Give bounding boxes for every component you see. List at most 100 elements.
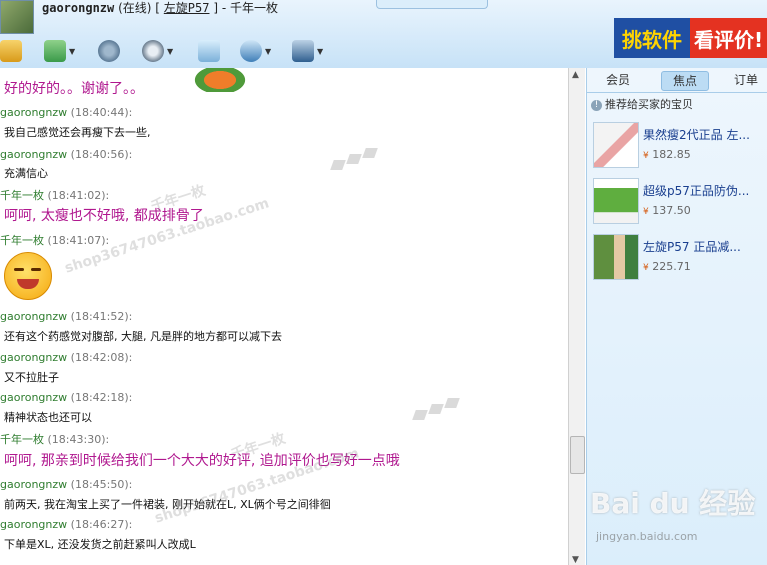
message-text: 精神状态也还可以: [4, 411, 92, 424]
sender-name: gaorongnzw: [0, 518, 68, 531]
sender-name: gaorongnzw: [0, 310, 68, 323]
voice-button[interactable]: [98, 38, 120, 64]
message-time: (18:42:18):: [70, 391, 133, 404]
exit-icon: [0, 40, 22, 62]
shop-link[interactable]: 左旋P57: [164, 1, 210, 15]
scroll-down-icon[interactable]: ▼: [572, 555, 579, 565]
message-header: 千年一枚 (18:41:07):: [0, 232, 109, 248]
price-value: 182.85: [652, 148, 691, 161]
baidu-url-watermark: jingyan.baidu.com: [596, 530, 698, 543]
sender-name: 千年一枚: [0, 189, 44, 202]
message-button[interactable]: [198, 38, 220, 64]
transfer-file-button[interactable]: ▼: [44, 38, 75, 64]
message-time: (18:42:08):: [70, 351, 133, 364]
bracket-open: [: [155, 1, 160, 15]
message-time: (18:45:50):: [70, 478, 133, 491]
sticker-image: [188, 68, 252, 92]
message-text: 又不拉肚子: [4, 371, 59, 384]
message-header: gaorongnzw (18:42:08):: [0, 351, 132, 364]
online-status: (在线): [118, 1, 152, 15]
more-button[interactable]: ▼: [292, 38, 323, 64]
message-text: 好的好的。。谢谢了。。: [4, 81, 144, 97]
transfer-file-icon: [44, 40, 66, 62]
baidu-watermark: Bai du 经验: [590, 487, 756, 520]
watermark-block: [428, 404, 444, 414]
chat-history[interactable]: 好的好的。。谢谢了。。 gaorongnzw (18:40:44): 我自己感觉…: [0, 68, 568, 565]
product-price: ¥ 137.50: [643, 204, 691, 217]
message-time: (18:40:56):: [70, 148, 133, 161]
scroll-up-icon[interactable]: ▲: [572, 70, 579, 80]
window-controls[interactable]: [376, 0, 488, 9]
product-price: ¥ 182.85: [643, 148, 691, 161]
chevron-down-icon[interactable]: ▼: [317, 47, 323, 56]
sender-name: gaorongnzw: [0, 391, 68, 404]
product-name[interactable]: 果然瘦2代正品 左...: [643, 126, 763, 143]
more-icon: [292, 40, 314, 62]
chat-window-header: gaorongnzw (在线) [ 左旋P57 ] - 千年一枚 ▼ ▼ ▼ ▼…: [0, 0, 767, 68]
product-item[interactable]: 左旋P57 正品减... ¥ 225.71: [591, 232, 764, 284]
panel-tabs: 会员 焦点 订单: [587, 68, 767, 93]
chevron-down-icon[interactable]: ▼: [167, 47, 173, 56]
currency-symbol: ¥: [643, 151, 649, 161]
message-header: gaorongnzw (18:45:50):: [0, 478, 132, 491]
conversation-title: gaorongnzw (在线) [ 左旋P57 ] - 千年一枚: [42, 0, 278, 16]
sender-name: gaorongnzw: [0, 351, 68, 364]
exit-button[interactable]: [0, 38, 22, 64]
message-header: gaorongnzw (18:42:18):: [0, 391, 132, 404]
chevron-down-icon[interactable]: ▼: [69, 47, 75, 56]
product-thumbnail[interactable]: [593, 178, 639, 224]
message-time: (18:46:27):: [70, 518, 133, 531]
ad-text-2: 看评价!: [689, 18, 767, 58]
video-button[interactable]: ▼: [142, 38, 173, 64]
currency-symbol: ¥: [643, 207, 649, 217]
product-thumbnail[interactable]: [593, 122, 639, 168]
recommend-header: ! 推荐给买家的宝贝: [591, 96, 693, 112]
info-icon: !: [591, 99, 602, 111]
recommend-title: 推荐给买家的宝贝: [605, 98, 693, 111]
ad-banner[interactable]: 挑软件 看评价!: [614, 18, 767, 58]
price-value: 225.71: [652, 260, 691, 273]
product-price: ¥ 225.71: [643, 260, 691, 273]
contact-nickname[interactable]: gaorongnzw: [42, 1, 114, 15]
message-text: 下单是XL, 还没发货之前赶紧叫人改成L: [4, 538, 196, 551]
product-item[interactable]: 超级p57正品防伪... ¥ 137.50: [591, 176, 764, 228]
contact-avatar[interactable]: [0, 0, 34, 34]
product-name[interactable]: 超级p57正品防伪...: [643, 182, 763, 199]
currency-symbol: ¥: [643, 263, 649, 273]
message-time: (18:41:07):: [47, 234, 110, 247]
toolbar: ▼ ▼ ▼ ▼: [0, 34, 600, 66]
sender-name: gaorongnzw: [0, 478, 68, 491]
video-icon: [142, 40, 164, 62]
voice-icon: [98, 40, 120, 62]
watermark-block: [362, 148, 378, 158]
share-button[interactable]: ▼: [240, 38, 271, 64]
message-icon: [198, 40, 220, 62]
ad-text-1: 挑软件: [614, 18, 690, 58]
message-header: 千年一枚 (18:43:30):: [0, 431, 109, 447]
chat-scrollbar[interactable]: ▲ ▼: [568, 68, 585, 565]
account-name: - 千年一枚: [221, 1, 278, 15]
share-icon: [240, 40, 262, 62]
message-header: 千年一枚 (18:41:02):: [0, 187, 109, 203]
tab-orders[interactable]: 订单: [725, 71, 767, 89]
tab-focus[interactable]: 焦点: [661, 71, 709, 91]
product-thumbnail[interactable]: [593, 234, 639, 280]
tab-member[interactable]: 会员: [597, 71, 639, 89]
message-header: gaorongnzw (18:40:56):: [0, 148, 132, 161]
watermark-block: [412, 410, 428, 420]
sender-name: gaorongnzw: [0, 106, 68, 119]
message-text: 我自己感觉还会再瘦下去一些,: [4, 126, 151, 139]
product-name[interactable]: 左旋P57 正品减...: [643, 238, 763, 255]
watermark-block: [330, 160, 346, 170]
message-text: 充满信心: [4, 167, 48, 180]
product-item[interactable]: 果然瘦2代正品 左... ¥ 182.85: [591, 120, 764, 172]
message-text: 还有这个药感觉对腹部, 大腿, 凡是胖的地方都可以减下去: [4, 330, 282, 343]
message-time: (18:43:30):: [47, 433, 110, 446]
sender-name: 千年一枚: [0, 234, 44, 247]
scrollbar-thumb[interactable]: [570, 436, 585, 474]
message-time: (18:41:02):: [47, 189, 110, 202]
laughing-emoji-icon: [4, 252, 52, 300]
chevron-down-icon[interactable]: ▼: [265, 47, 271, 56]
watermark-block: [346, 154, 362, 164]
message-time: (18:40:44):: [70, 106, 133, 119]
